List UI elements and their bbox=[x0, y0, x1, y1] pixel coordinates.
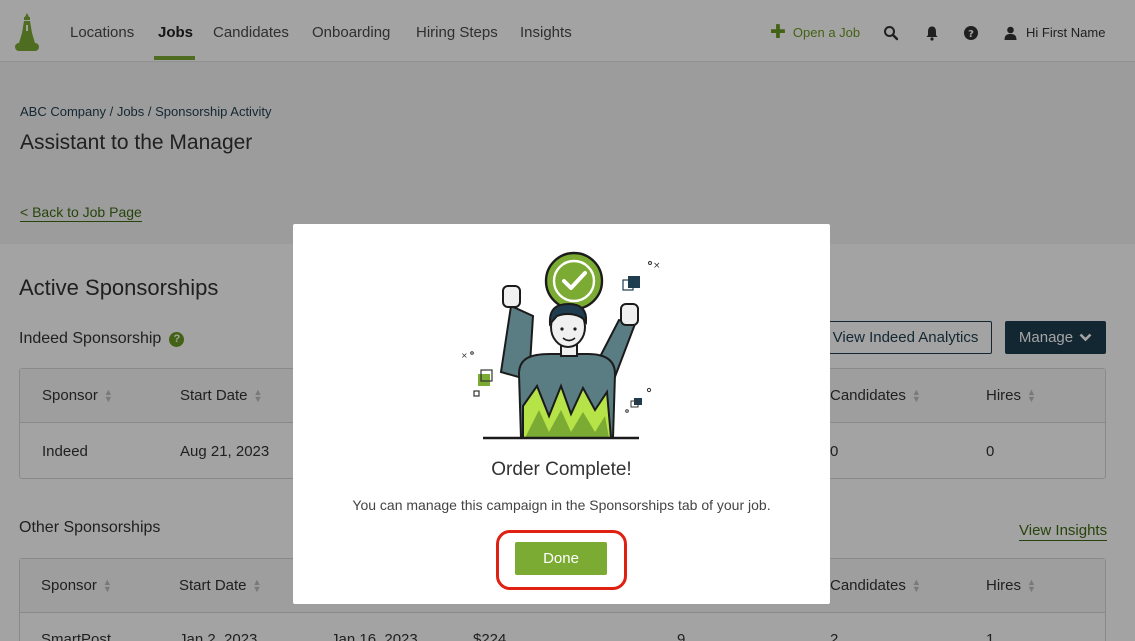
done-button[interactable]: Done bbox=[515, 542, 607, 575]
celebration-illustration: × × bbox=[461, 251, 661, 440]
svg-text:×: × bbox=[653, 261, 661, 271]
svg-text:×: × bbox=[461, 351, 468, 360]
modal-title: Order Complete! bbox=[491, 459, 632, 480]
modal-message: You can manage this campaign in the Spon… bbox=[352, 497, 771, 513]
order-complete-dialog: × × Order Complete! You can manage this … bbox=[293, 224, 830, 604]
